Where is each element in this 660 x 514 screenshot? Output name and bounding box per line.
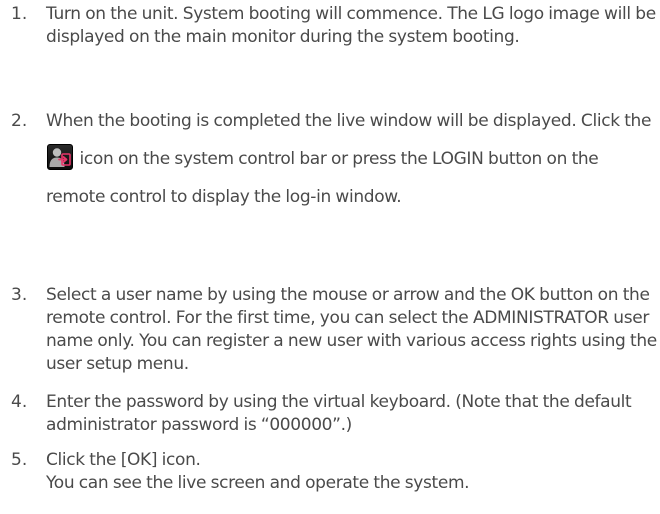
step-number: 5. bbox=[11, 450, 28, 470]
step-text-before-icon: When the booting is completed the live w… bbox=[46, 111, 652, 131]
step-number: 3. bbox=[11, 285, 28, 305]
step-text: When the booting is completed the live w… bbox=[46, 102, 658, 216]
step-number: 1. bbox=[11, 4, 28, 24]
step-number: 2. bbox=[11, 111, 28, 131]
step-text: Click the [OK] icon. You can see the liv… bbox=[46, 449, 658, 495]
login-icon-graphic bbox=[49, 148, 71, 167]
step-text-line-2: You can see the live screen and operate … bbox=[46, 473, 470, 493]
step-text: Select a user name by using the mouse or… bbox=[46, 285, 657, 374]
step-number: 4. bbox=[11, 392, 28, 412]
step-text: Turn on the unit. System booting will co… bbox=[46, 4, 656, 47]
login-icon bbox=[47, 144, 73, 170]
step-text-after-icon: icon on the system control bar or press … bbox=[46, 149, 599, 207]
step-text: Enter the password by using the virtual … bbox=[46, 392, 632, 435]
step-text-line-1: Click the [OK] icon. bbox=[46, 450, 201, 470]
